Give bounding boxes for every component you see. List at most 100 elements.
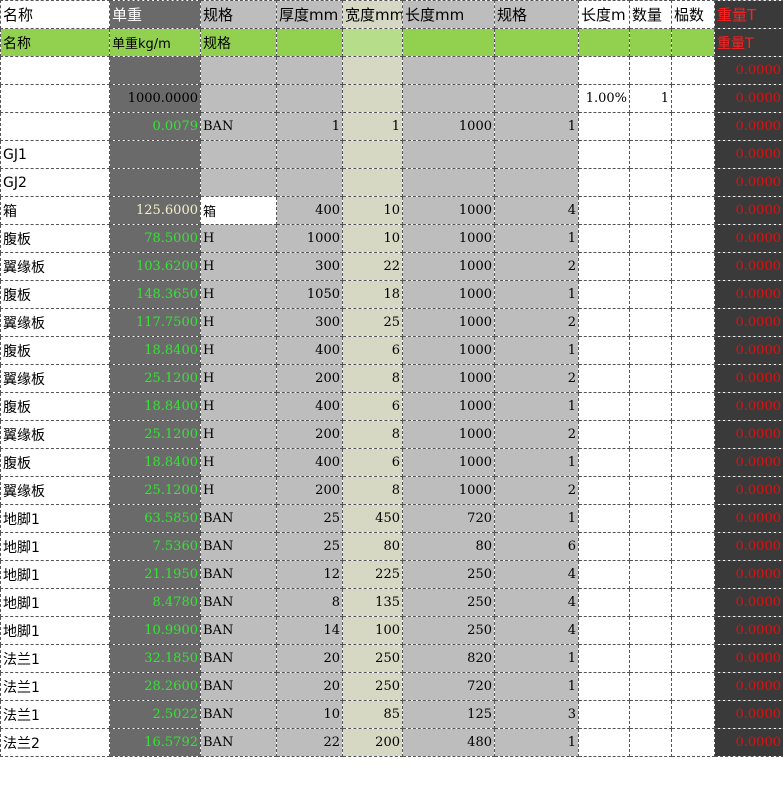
cell-unit-weight[interactable]: 78.5000	[109, 224, 201, 253]
cell-weight-t[interactable]: 0.0000	[714, 672, 783, 701]
cell-spec2[interactable]: 1	[494, 504, 579, 533]
cell-spec2[interactable]: 3	[494, 700, 579, 729]
cell-width[interactable]: 225	[342, 560, 403, 589]
cell-spec[interactable]: H	[200, 252, 277, 281]
cell-spec[interactable]	[200, 84, 277, 113]
cell-extra[interactable]	[671, 616, 715, 645]
cell-name[interactable]: 翼缘板	[0, 252, 110, 281]
cell-length[interactable]: 1000	[402, 448, 495, 477]
cell-thickness[interactable]	[276, 168, 343, 197]
cell-width[interactable]	[342, 168, 403, 197]
cell-length-m[interactable]	[578, 532, 630, 561]
cell-name[interactable]: 地脚1	[0, 532, 110, 561]
cell-length[interactable]: 1000	[402, 420, 495, 449]
cell-spec2[interactable]: 2	[494, 420, 579, 449]
cell-extra[interactable]	[671, 280, 715, 309]
cell-spec[interactable]: BAN	[200, 672, 277, 701]
cell-width[interactable]: 200	[342, 728, 403, 757]
cell-quantity[interactable]	[629, 588, 672, 617]
header-quantity[interactable]: 数量	[629, 0, 672, 29]
cell-thickness[interactable]: 200	[276, 476, 343, 505]
cell-spec2[interactable]: 4	[494, 616, 579, 645]
cell-length-m[interactable]	[578, 112, 630, 141]
cell-quantity[interactable]	[629, 532, 672, 561]
cell-length-m[interactable]	[578, 140, 630, 169]
cell-thickness[interactable]: 22	[276, 728, 343, 757]
cell-quantity[interactable]	[629, 196, 672, 225]
header-length[interactable]: 长度mm	[402, 0, 495, 29]
cell-unit-weight[interactable]: 18.8400	[109, 392, 201, 421]
cell-thickness[interactable]: 400	[276, 448, 343, 477]
cell-spec2[interactable]: 1	[494, 728, 579, 757]
cell-width[interactable]: 450	[342, 504, 403, 533]
cell-width[interactable]: 250	[342, 644, 403, 673]
cell-quantity[interactable]	[629, 140, 672, 169]
cell-spec2[interactable]: 4	[494, 588, 579, 617]
cell-quantity[interactable]	[629, 644, 672, 673]
cell-name[interactable]	[0, 84, 110, 113]
header2-cell[interactable]	[671, 28, 715, 57]
cell-unit-weight[interactable]: 117.7500	[109, 308, 201, 337]
cell-spec2[interactable]: 1	[494, 672, 579, 701]
cell-length[interactable]: 1000	[402, 476, 495, 505]
cell-spec[interactable]	[200, 56, 277, 85]
cell-name[interactable]: 腹板	[0, 336, 110, 365]
cell-spec[interactable]: BAN	[200, 644, 277, 673]
cell-name[interactable]: 法兰1	[0, 672, 110, 701]
cell-thickness[interactable]: 25	[276, 532, 343, 561]
cell-extra[interactable]	[671, 728, 715, 757]
cell-width[interactable]: 10	[342, 196, 403, 225]
cell-length-m[interactable]	[578, 560, 630, 589]
cell-width[interactable]: 22	[342, 252, 403, 281]
cell-name[interactable]: 腹板	[0, 224, 110, 253]
cell-quantity[interactable]	[629, 364, 672, 393]
cell-spec[interactable]: BAN	[200, 112, 277, 141]
cell-unit-weight[interactable]	[109, 56, 201, 85]
cell-thickness[interactable]: 200	[276, 364, 343, 393]
cell-width[interactable]: 18	[342, 280, 403, 309]
cell-unit-weight[interactable]	[109, 168, 201, 197]
cell-name[interactable]: 地脚1	[0, 616, 110, 645]
cell-unit-weight[interactable]: 7.5360	[109, 532, 201, 561]
cell-weight-t[interactable]: 0.0000	[714, 700, 783, 729]
cell-quantity[interactable]	[629, 728, 672, 757]
cell-spec2[interactable]: 1	[494, 280, 579, 309]
cell-name[interactable]: 翼缘板	[0, 476, 110, 505]
cell-length[interactable]: 820	[402, 644, 495, 673]
cell-length-m[interactable]	[578, 700, 630, 729]
cell-unit-weight[interactable]	[109, 140, 201, 169]
cell-thickness[interactable]: 20	[276, 672, 343, 701]
header-width[interactable]: 宽度mm	[342, 0, 403, 29]
cell-unit-weight[interactable]: 16.5792	[109, 728, 201, 757]
cell-name[interactable]: 地脚1	[0, 588, 110, 617]
cell-width[interactable]: 8	[342, 476, 403, 505]
cell-quantity[interactable]	[629, 700, 672, 729]
cell-length[interactable]: 1000	[402, 392, 495, 421]
cell-weight-t[interactable]: 0.0000	[714, 140, 783, 169]
cell-weight-t[interactable]: 0.0000	[714, 532, 783, 561]
cell-extra[interactable]	[671, 588, 715, 617]
cell-spec[interactable]: 箱	[200, 196, 277, 225]
cell-extra[interactable]	[671, 112, 715, 141]
cell-extra[interactable]	[671, 532, 715, 561]
cell-length[interactable]: 1000	[402, 196, 495, 225]
cell-weight-t[interactable]: 0.0000	[714, 588, 783, 617]
cell-quantity[interactable]	[629, 280, 672, 309]
cell-quantity[interactable]	[629, 476, 672, 505]
cell-quantity[interactable]	[629, 112, 672, 141]
cell-thickness[interactable]: 1000	[276, 224, 343, 253]
cell-length[interactable]: 1000	[402, 308, 495, 337]
cell-quantity[interactable]	[629, 420, 672, 449]
header-thickness[interactable]: 厚度mm	[276, 0, 343, 29]
cell-length[interactable]: 1000	[402, 280, 495, 309]
cell-length-m[interactable]	[578, 616, 630, 645]
cell-thickness[interactable]	[276, 140, 343, 169]
cell-weight-t[interactable]: 0.0000	[714, 448, 783, 477]
cell-width[interactable]: 6	[342, 392, 403, 421]
cell-length-m[interactable]	[578, 280, 630, 309]
cell-thickness[interactable]: 200	[276, 420, 343, 449]
cell-name[interactable]: 翼缘板	[0, 364, 110, 393]
cell-spec2[interactable]	[494, 168, 579, 197]
cell-spec2[interactable]: 1	[494, 644, 579, 673]
cell-spec2[interactable]: 1	[494, 112, 579, 141]
